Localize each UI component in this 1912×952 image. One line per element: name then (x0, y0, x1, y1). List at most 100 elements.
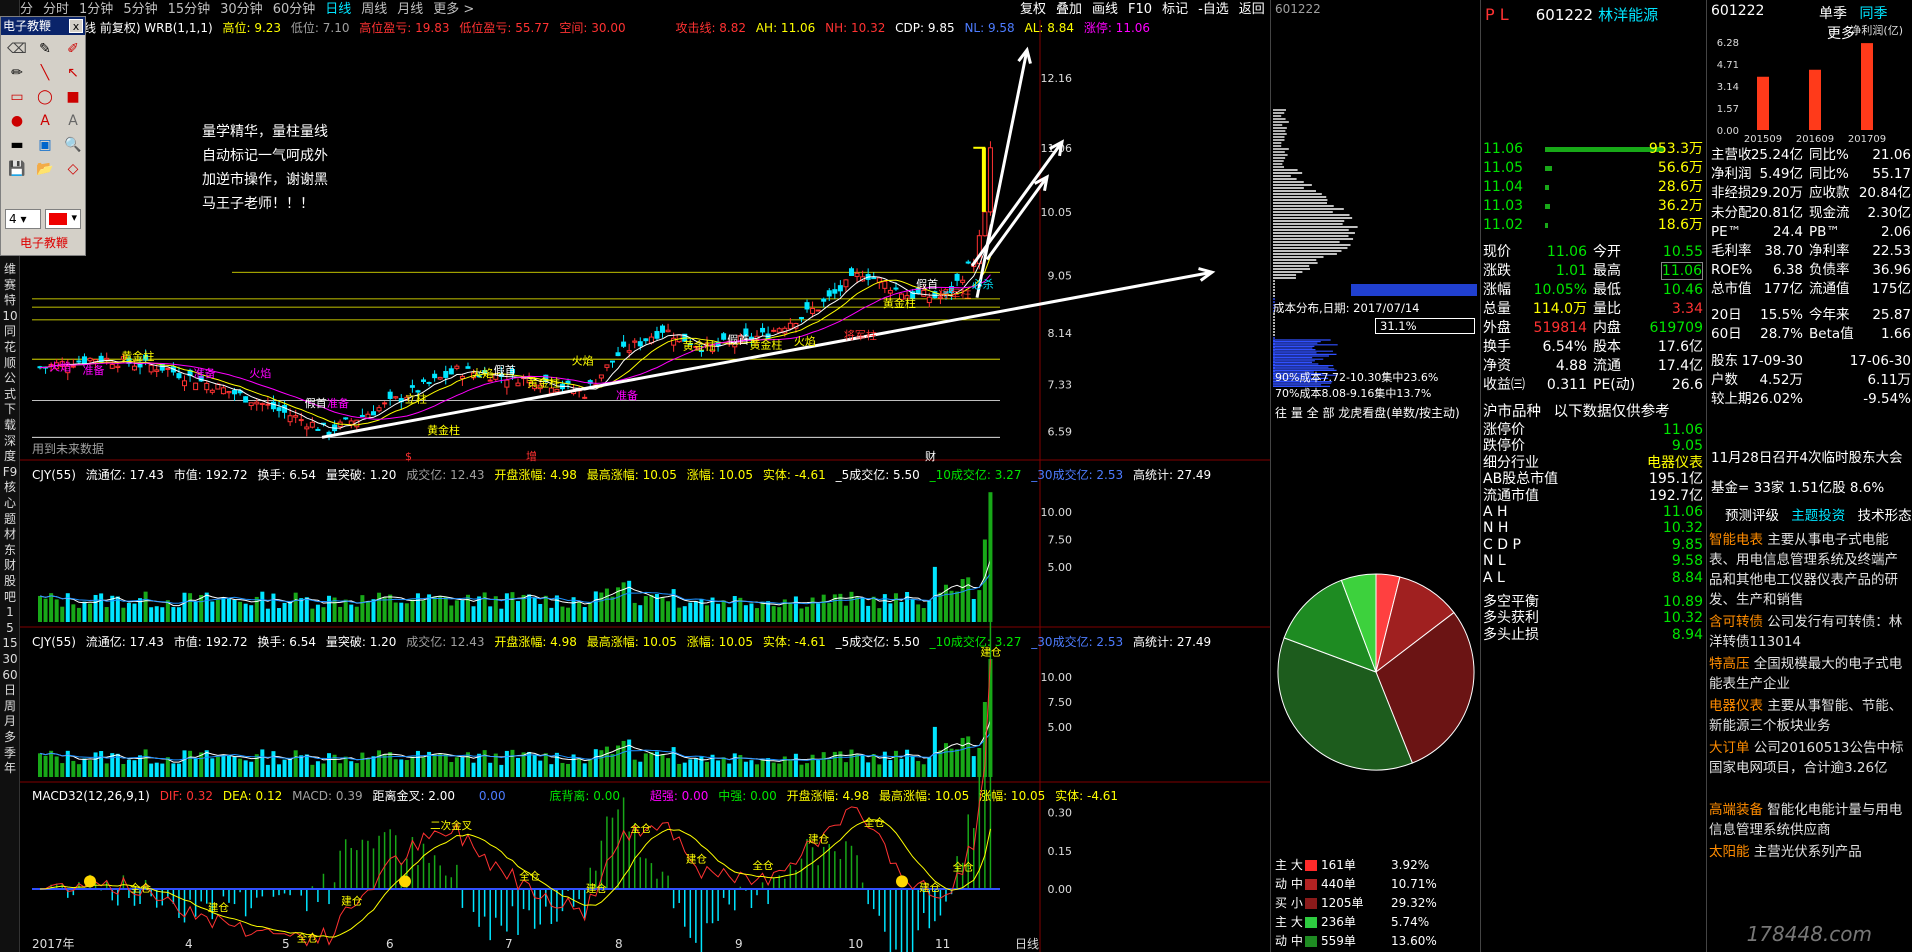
tab-quarter[interactable]: 单季 (1819, 6, 1847, 22)
sidebar-item[interactable]: 30 (0, 652, 20, 667)
trend-arrow (321, 270, 1213, 439)
clear-icon[interactable]: ◇ (60, 158, 86, 180)
filled-rect-icon[interactable]: ■ (60, 86, 86, 108)
toolbar-button[interactable]: 复权 (1020, 0, 1046, 20)
toolbox-close-button[interactable]: x (69, 19, 83, 33)
sidebar-item[interactable]: 月 (0, 714, 20, 729)
toolbar-button[interactable]: 返回 (1239, 0, 1265, 20)
sidebar-item[interactable]: 同 (0, 324, 20, 339)
ind2-pct: 涨幅: 10.05 (686, 635, 753, 649)
concept-tag[interactable]: 特高压 (1709, 656, 1750, 672)
concept-tag[interactable]: 智能电表 (1709, 532, 1763, 548)
rect-icon[interactable]: ▭ (4, 86, 30, 108)
sidebar-item[interactable]: 特 (0, 293, 20, 308)
chip-tabs[interactable]: 往 量 全 部 龙虎看盘(单数/按主动) (1275, 404, 1460, 421)
volume-bar (643, 753, 648, 777)
color-picker[interactable]: ▾ (45, 209, 81, 229)
period-tab[interactable]: 更多 > (433, 0, 474, 20)
quote2-label: 流通市值 (1483, 487, 1539, 504)
concept-tag[interactable]: 高端装备 (1709, 802, 1763, 818)
arrow-icon[interactable]: ↖ (60, 62, 86, 84)
text-icon[interactable]: A (32, 110, 58, 132)
chart-area[interactable]: 12.1611.0610.059.058.147.336.59火焰准备黄金柱准备… (20, 20, 1270, 952)
eraser-icon[interactable]: ⌫ (4, 38, 30, 60)
sidebar-item[interactable]: 财 (0, 558, 20, 573)
volume-bar (415, 750, 420, 777)
sidebar-item[interactable]: F9 (0, 465, 20, 480)
sidebar-item[interactable]: 赛 (0, 278, 20, 293)
concept-item: 太阳能 主营光伏系列产品 (1709, 842, 1911, 862)
volume-bar (816, 603, 821, 622)
sidebar-item[interactable]: 深 (0, 434, 20, 449)
toolbar-button[interactable]: 标记 (1162, 0, 1188, 20)
sidebar-item[interactable]: 材 (0, 527, 20, 542)
sidebar-item[interactable]: 吧 (0, 590, 20, 605)
black-rect-icon[interactable]: ▬ (4, 134, 30, 156)
sidebar-item[interactable]: 顺 (0, 356, 20, 371)
sidebar-item[interactable]: 载 (0, 418, 20, 433)
sidebar-item[interactable]: 10 (0, 309, 20, 324)
line-icon[interactable]: ╲ (32, 62, 58, 84)
sidebar-item[interactable]: 题 (0, 512, 20, 527)
f10-row: 主营收 25.24亿 同比% 21.06 (1707, 146, 1912, 165)
concept-tag[interactable]: 含可转债 (1709, 614, 1763, 630)
sidebar-item[interactable]: 下 (0, 402, 20, 417)
period-tab[interactable]: 日线 (325, 0, 351, 20)
drawing-toolbox[interactable]: 电子教鞭 x ⌫ ✎ ✐ ✏ ╲ ↖ ▭ ◯ ■ ● A A ▬ ▣ 🔍 💾 📂… (0, 16, 86, 256)
tab-forecast[interactable]: 预测评级 (1725, 508, 1779, 524)
tab-theme[interactable]: 主题投资 (1791, 508, 1845, 524)
period-tab[interactable]: 30分钟 (220, 0, 263, 20)
sidebar-item[interactable]: 多 (0, 730, 20, 745)
save-icon[interactable]: 💾 (4, 158, 30, 180)
screenshot-icon[interactable]: ▣ (32, 134, 58, 156)
kline-candle (315, 428, 321, 431)
concept-tag[interactable]: 太阳能 (1709, 844, 1750, 860)
sidebar-item[interactable]: 15 (0, 636, 20, 651)
sidebar-item[interactable]: 东 (0, 543, 20, 558)
sidebar-item[interactable]: 维 (0, 262, 20, 277)
sidebar-item[interactable]: 1 (0, 605, 20, 620)
sidebar-item[interactable]: 季 (0, 746, 20, 761)
open-icon[interactable]: 📂 (32, 158, 58, 180)
pen-icon[interactable]: ✎ (32, 38, 58, 60)
concept-tag[interactable]: 电器仪表 (1709, 698, 1763, 714)
period-tab[interactable]: 5分钟 (123, 0, 157, 20)
trend-arrow (985, 176, 1049, 261)
sidebar-item[interactable]: 股 (0, 574, 20, 589)
sidebar-item[interactable]: 公 (0, 371, 20, 386)
toolbar-button[interactable]: F10 (1128, 0, 1152, 20)
sidebar-item[interactable]: 日 (0, 683, 20, 698)
tab-same-quarter[interactable]: 同季 (1859, 6, 1887, 22)
tab-technical[interactable]: 技术形态 (1858, 508, 1912, 524)
sidebar-item[interactable]: 周 (0, 699, 20, 714)
signal-label: 假首 (305, 396, 327, 410)
kline-candle (871, 277, 877, 280)
sidebar-item[interactable]: 度 (0, 449, 20, 464)
sidebar-item[interactable]: 60 (0, 668, 20, 683)
sidebar-item[interactable]: 心 (0, 496, 20, 511)
concept-tag[interactable]: 大订单 (1709, 740, 1750, 756)
sidebar-item[interactable]: 核 (0, 480, 20, 495)
text-style-icon[interactable]: A (60, 110, 86, 132)
f10-label: 60日 (1711, 325, 1742, 342)
magnifier-icon[interactable]: 🔍 (60, 134, 86, 156)
pencil-icon[interactable]: ✏ (4, 62, 30, 84)
volume-bar (866, 605, 871, 622)
period-tab[interactable]: 15分钟 (168, 0, 211, 20)
toolbar-button[interactable]: -自选 (1198, 0, 1229, 20)
macd-axis-label: 0.00 (1048, 883, 1073, 896)
ellipse-icon[interactable]: ◯ (32, 86, 58, 108)
toolbar-button[interactable]: 叠加 (1056, 0, 1082, 20)
sidebar-item[interactable]: 式 (0, 387, 20, 402)
sidebar-item[interactable]: 5 (0, 621, 20, 636)
filled-ellipse-icon[interactable]: ● (4, 110, 30, 132)
sidebar-item[interactable]: 花 (0, 340, 20, 355)
sidebar-item[interactable]: 年 (0, 761, 20, 776)
toolbar-button[interactable]: 画线 (1092, 0, 1118, 20)
ind1-max: 最高涨幅: 10.05 (586, 468, 677, 482)
period-tab[interactable]: 周线 (361, 0, 387, 20)
brush-icon[interactable]: ✐ (60, 38, 86, 60)
width-select[interactable]: 4 ▾ (5, 209, 41, 229)
period-tab[interactable]: 月线 (397, 0, 423, 20)
period-tab[interactable]: 60分钟 (273, 0, 316, 20)
